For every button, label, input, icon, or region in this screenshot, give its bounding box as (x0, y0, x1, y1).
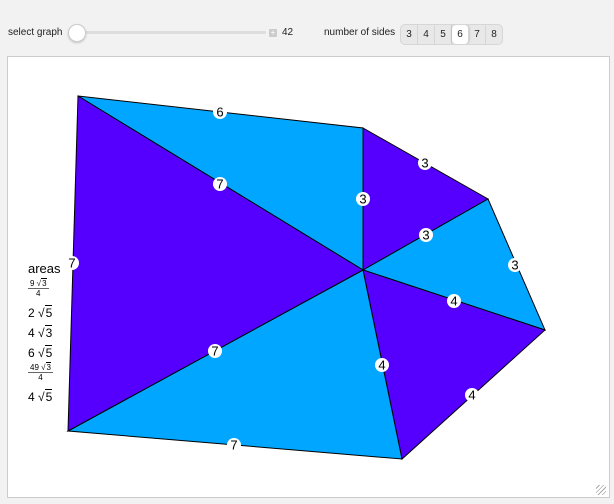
graph-panel: 6 3 3 4 7 7 3 3 4 4 7 7 areas 9 √3 4 2 √5 4 √3 6 √5 49 √… (7, 56, 610, 498)
sides-option-5[interactable]: 5 (435, 25, 452, 44)
sides-option-6[interactable]: 6 (452, 25, 469, 44)
svg-text:3: 3 (511, 258, 518, 273)
area-value: 9 √3 4 (28, 278, 49, 298)
sides-option-8[interactable]: 8 (486, 25, 502, 44)
svg-text:3: 3 (359, 192, 366, 207)
area-value: 4 √5 (28, 389, 53, 404)
svg-text:7: 7 (216, 177, 223, 192)
area-value: 4 √3 (28, 325, 53, 340)
area-value: 6 √5 (28, 345, 53, 360)
sides-option-7[interactable]: 7 (469, 25, 486, 44)
svg-text:7: 7 (211, 344, 218, 359)
resize-grip-icon[interactable] (596, 485, 606, 495)
number-of-sides-setter: 345678 (400, 24, 503, 45)
polygon-graph: 6 3 3 4 7 7 3 3 4 4 7 7 (65, 95, 546, 460)
areas-list: areas 9 √3 4 2 √5 4 √3 6 √5 49 √3 4 4 √5 (28, 259, 61, 407)
area-value: 49 √3 4 (28, 362, 53, 382)
select-graph-value: 42 (282, 27, 294, 38)
svg-text:7: 7 (230, 438, 237, 453)
number-of-sides-label: number of sides (324, 27, 396, 38)
svg-text:7: 7 (68, 256, 75, 271)
sides-option-3[interactable]: 3 (401, 25, 418, 44)
svg-text:6: 6 (216, 105, 223, 120)
select-graph-label: select graph (8, 27, 63, 38)
svg-text:4: 4 (450, 294, 457, 309)
areas-title: areas (28, 261, 61, 276)
svg-text:4: 4 (378, 358, 385, 373)
sides-option-4[interactable]: 4 (418, 25, 435, 44)
expand-plus-icon[interactable]: + (269, 29, 277, 37)
area-value: 2 √5 (28, 305, 53, 320)
svg-text:3: 3 (422, 228, 429, 243)
slider-thumb[interactable] (68, 24, 86, 42)
svg-text:3: 3 (421, 156, 428, 171)
svg-text:4: 4 (468, 388, 475, 403)
select-graph-slider[interactable] (68, 31, 266, 34)
